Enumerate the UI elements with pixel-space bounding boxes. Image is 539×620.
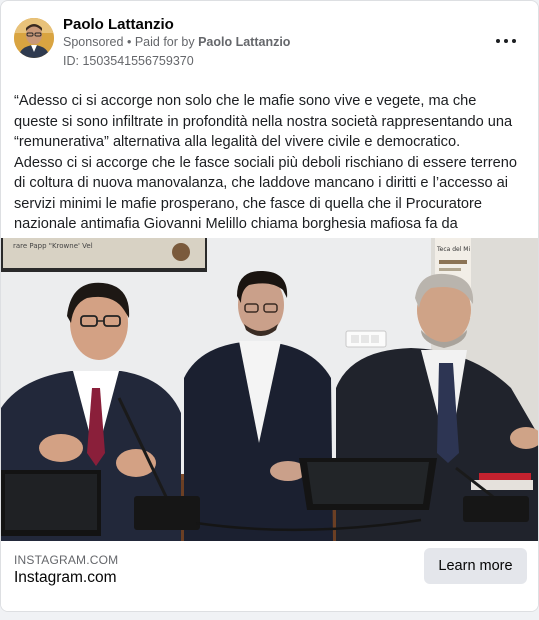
sponsored-label[interactable]: Sponsored — [63, 35, 123, 49]
sponsor-line: Sponsored • Paid for by Paolo Lattanzio — [63, 35, 290, 49]
sponsored-post-card: Paolo Lattanzio Sponsored • Paid for by … — [0, 0, 539, 612]
link-title[interactable]: Instagram.com — [14, 569, 117, 587]
link-domain: INSTAGRAM.COM — [14, 553, 119, 567]
post-text: “Adesso ci si accorge non solo che le ma… — [14, 91, 524, 255]
more-options-icon[interactable] — [494, 29, 518, 53]
screen-caption: rare Papp "Krowne' Vel — [13, 242, 93, 250]
learn-more-button[interactable]: Learn more — [424, 548, 527, 584]
poster-caption: Teca del Mi — [436, 246, 470, 253]
author-name[interactable]: Paolo Lattanzio — [63, 16, 174, 33]
paid-for-prefix: Paid for by — [134, 35, 195, 49]
meta-separator: • — [126, 35, 132, 49]
post-photo[interactable]: rare Papp "Krowne' Vel Teca del Mi — [1, 238, 538, 541]
ad-id: ID: 1503541556759370 — [63, 54, 194, 68]
post-paragraph: “Adesso ci si accorge non solo che le ma… — [14, 93, 513, 150]
link-preview[interactable]: INSTAGRAM.COM Instagram.com Learn more — [1, 541, 538, 611]
author-avatar[interactable] — [14, 18, 54, 58]
paid-for-name: Paolo Lattanzio — [198, 35, 291, 49]
